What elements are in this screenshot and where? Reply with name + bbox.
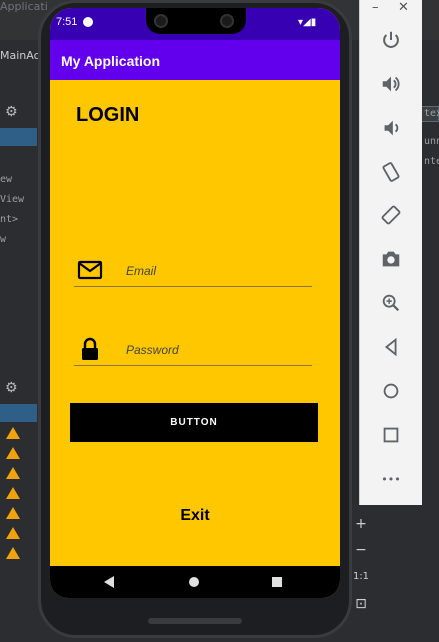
status-time: 7:51 bbox=[56, 16, 78, 28]
zoom-reset-button[interactable]: 1:1 bbox=[352, 571, 370, 582]
phone-screen: 7:51 ▾◢▮ My Application LOGIN Email Pass… bbox=[50, 8, 340, 598]
login-heading: LOGIN bbox=[76, 104, 140, 126]
back-icon[interactable] bbox=[379, 335, 403, 359]
recents-icon[interactable] bbox=[272, 577, 282, 587]
ide-editor-tab[interactable]: MainAc bbox=[0, 49, 40, 62]
volume-down-icon[interactable] bbox=[379, 116, 403, 140]
ide-code-line: ew bbox=[0, 174, 13, 185]
warning-icon bbox=[6, 527, 20, 539]
volume-up-icon[interactable] bbox=[379, 72, 403, 96]
password-input[interactable]: Password bbox=[126, 343, 179, 357]
ide-selected-row bbox=[0, 128, 37, 146]
app-title: My Application bbox=[61, 53, 161, 69]
warning-icon bbox=[6, 427, 20, 439]
lock-icon bbox=[82, 337, 98, 360]
ide-right-code-line: ntex bbox=[424, 156, 439, 167]
speaker-grille bbox=[148, 618, 242, 624]
warning-icon bbox=[6, 487, 20, 499]
power-icon[interactable] bbox=[379, 28, 403, 52]
more-icon[interactable]: ••• bbox=[379, 467, 403, 491]
app-bar: My Application bbox=[50, 40, 340, 80]
navigation-bar bbox=[50, 566, 340, 598]
ide-code-line: View bbox=[0, 194, 25, 205]
warning-icon bbox=[6, 467, 20, 479]
mail-icon bbox=[77, 260, 103, 280]
ide-right-code-line: unn bbox=[424, 136, 439, 147]
minimize-icon[interactable]: – bbox=[372, 0, 379, 15]
exit-button[interactable]: Exit bbox=[50, 507, 340, 525]
email-field[interactable]: Email bbox=[74, 257, 312, 287]
rotate-left-icon[interactable] bbox=[379, 160, 403, 184]
login-button[interactable]: BUTTON bbox=[70, 403, 318, 442]
password-underline bbox=[74, 365, 312, 366]
ide-code-line: w bbox=[0, 234, 7, 245]
notification-icon bbox=[83, 17, 93, 27]
gear-icon[interactable]: ⚙ bbox=[5, 380, 21, 396]
ide-title: Applicati bbox=[0, 0, 48, 13]
home-icon[interactable] bbox=[379, 379, 403, 403]
close-icon[interactable]: ✕ bbox=[398, 0, 409, 15]
warning-icon bbox=[6, 507, 20, 519]
warning-icon bbox=[6, 447, 20, 459]
rotate-right-icon[interactable] bbox=[379, 203, 403, 227]
camera-icon bbox=[220, 14, 234, 28]
password-field[interactable]: Password bbox=[74, 336, 312, 366]
overview-icon[interactable] bbox=[379, 423, 403, 447]
back-icon[interactable] bbox=[104, 576, 114, 588]
fit-screen-icon[interactable]: ⊡ bbox=[352, 596, 370, 612]
email-underline bbox=[74, 286, 312, 287]
emulator-toolbar: – ✕ ••• bbox=[359, 0, 422, 505]
camera-screenshot-icon[interactable] bbox=[379, 247, 403, 271]
warning-icon bbox=[6, 547, 20, 559]
home-icon[interactable] bbox=[189, 577, 199, 587]
ide-right-code-line: tex bbox=[424, 108, 439, 119]
camera-notch bbox=[146, 8, 246, 34]
email-input[interactable]: Email bbox=[126, 264, 156, 278]
ide-selected-row bbox=[0, 404, 37, 422]
camera-icon bbox=[154, 14, 168, 28]
zoom-icon[interactable] bbox=[379, 291, 403, 315]
gear-icon[interactable]: ⚙ bbox=[5, 104, 21, 120]
zoom-out-button[interactable]: − bbox=[352, 542, 370, 558]
status-bar: 7:51 ▾◢▮ bbox=[50, 8, 340, 40]
ide-code-line: nt> bbox=[0, 214, 19, 225]
wifi-battery-icon: ▾◢▮ bbox=[298, 17, 317, 28]
zoom-in-button[interactable]: + bbox=[352, 516, 370, 532]
